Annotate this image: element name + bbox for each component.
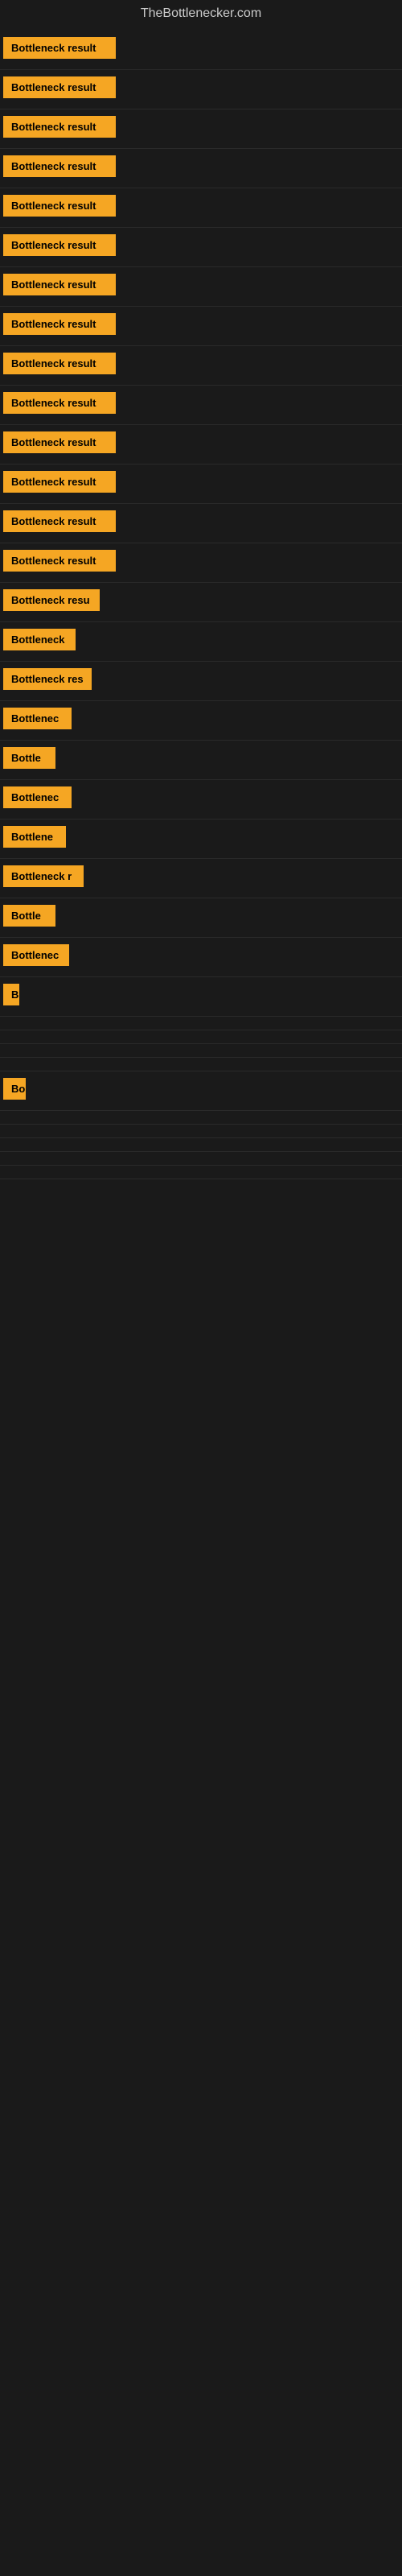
list-item bbox=[0, 1017, 402, 1030]
list-item: Bottle bbox=[0, 898, 402, 938]
bottleneck-result-bar[interactable]: Bottleneck result bbox=[3, 471, 116, 493]
list-item: Bottlene bbox=[0, 819, 402, 859]
bottleneck-result-bar[interactable]: Bottleneck result bbox=[3, 510, 116, 532]
list-item bbox=[0, 1044, 402, 1058]
bottleneck-result-bar[interactable]: Bottlenec bbox=[3, 786, 72, 808]
list-item: Bottleneck result bbox=[0, 543, 402, 583]
list-item: Bottleneck r bbox=[0, 859, 402, 898]
bottleneck-result-bar[interactable]: Bo bbox=[3, 1078, 26, 1100]
bottleneck-result-bar[interactable]: Bottleneck result bbox=[3, 155, 116, 177]
bottleneck-result-bar[interactable]: Bottleneck resu bbox=[3, 589, 100, 611]
bottleneck-result-bar[interactable]: Bottleneck result bbox=[3, 313, 116, 335]
list-item: Bottleneck result bbox=[0, 267, 402, 307]
list-item: Bottleneck result bbox=[0, 307, 402, 346]
list-item: B bbox=[0, 977, 402, 1017]
list-item: Bottlenec bbox=[0, 701, 402, 741]
list-item bbox=[0, 1125, 402, 1138]
list-item bbox=[0, 1166, 402, 1179]
bottleneck-result-bar[interactable]: Bottleneck result bbox=[3, 392, 116, 414]
list-item bbox=[0, 1030, 402, 1044]
list-item: Bottleneck result bbox=[0, 228, 402, 267]
bottleneck-result-bar[interactable]: Bottleneck result bbox=[3, 274, 116, 295]
bottleneck-result-bar[interactable]: Bottleneck result bbox=[3, 76, 116, 98]
list-item: Bottleneck result bbox=[0, 109, 402, 149]
list-item: Bottlenec bbox=[0, 938, 402, 977]
bottleneck-result-bar[interactable]: Bottleneck result bbox=[3, 195, 116, 217]
bottleneck-result-bar[interactable]: B bbox=[3, 984, 19, 1005]
list-item: Bottleneck result bbox=[0, 188, 402, 228]
list-item: Bottleneck resu bbox=[0, 583, 402, 622]
bottleneck-result-bar[interactable]: Bottlenec bbox=[3, 944, 69, 966]
list-item bbox=[0, 1152, 402, 1166]
site-title: TheBottlenecker.com bbox=[0, 0, 402, 31]
list-item: Bo bbox=[0, 1071, 402, 1111]
bottleneck-result-bar[interactable]: Bottlene bbox=[3, 826, 66, 848]
list-item: Bottleneck result bbox=[0, 386, 402, 425]
list-item bbox=[0, 1111, 402, 1125]
list-item: Bottle bbox=[0, 741, 402, 780]
bottleneck-result-bar[interactable]: Bottleneck r bbox=[3, 865, 84, 887]
bottleneck-result-bar[interactable]: Bottleneck res bbox=[3, 668, 92, 690]
list-item: Bottlenec bbox=[0, 780, 402, 819]
bottleneck-result-bar[interactable]: Bottlenec bbox=[3, 708, 72, 729]
bottleneck-result-bar[interactable]: Bottleneck result bbox=[3, 353, 116, 374]
list-item: Bottleneck result bbox=[0, 504, 402, 543]
list-item: Bottleneck res bbox=[0, 662, 402, 701]
bottleneck-result-bar[interactable]: Bottleneck result bbox=[3, 431, 116, 453]
bottleneck-result-bar[interactable]: Bottle bbox=[3, 905, 55, 927]
list-item: Bottleneck bbox=[0, 622, 402, 662]
list-item: Bottleneck result bbox=[0, 425, 402, 464]
bottleneck-result-bar[interactable]: Bottleneck result bbox=[3, 234, 116, 256]
bottleneck-result-bar[interactable]: Bottle bbox=[3, 747, 55, 769]
list-item: Bottleneck result bbox=[0, 464, 402, 504]
bottleneck-result-bar[interactable]: Bottleneck result bbox=[3, 37, 116, 59]
bottleneck-result-bar[interactable]: Bottleneck result bbox=[3, 550, 116, 572]
bottleneck-result-bar[interactable]: Bottleneck bbox=[3, 629, 76, 650]
list-item: Bottleneck result bbox=[0, 149, 402, 188]
list-item: Bottleneck result bbox=[0, 346, 402, 386]
list-item: Bottleneck result bbox=[0, 31, 402, 70]
bottleneck-result-bar[interactable]: Bottleneck result bbox=[3, 116, 116, 138]
list-item bbox=[0, 1058, 402, 1071]
list-item: Bottleneck result bbox=[0, 70, 402, 109]
list-item bbox=[0, 1138, 402, 1152]
